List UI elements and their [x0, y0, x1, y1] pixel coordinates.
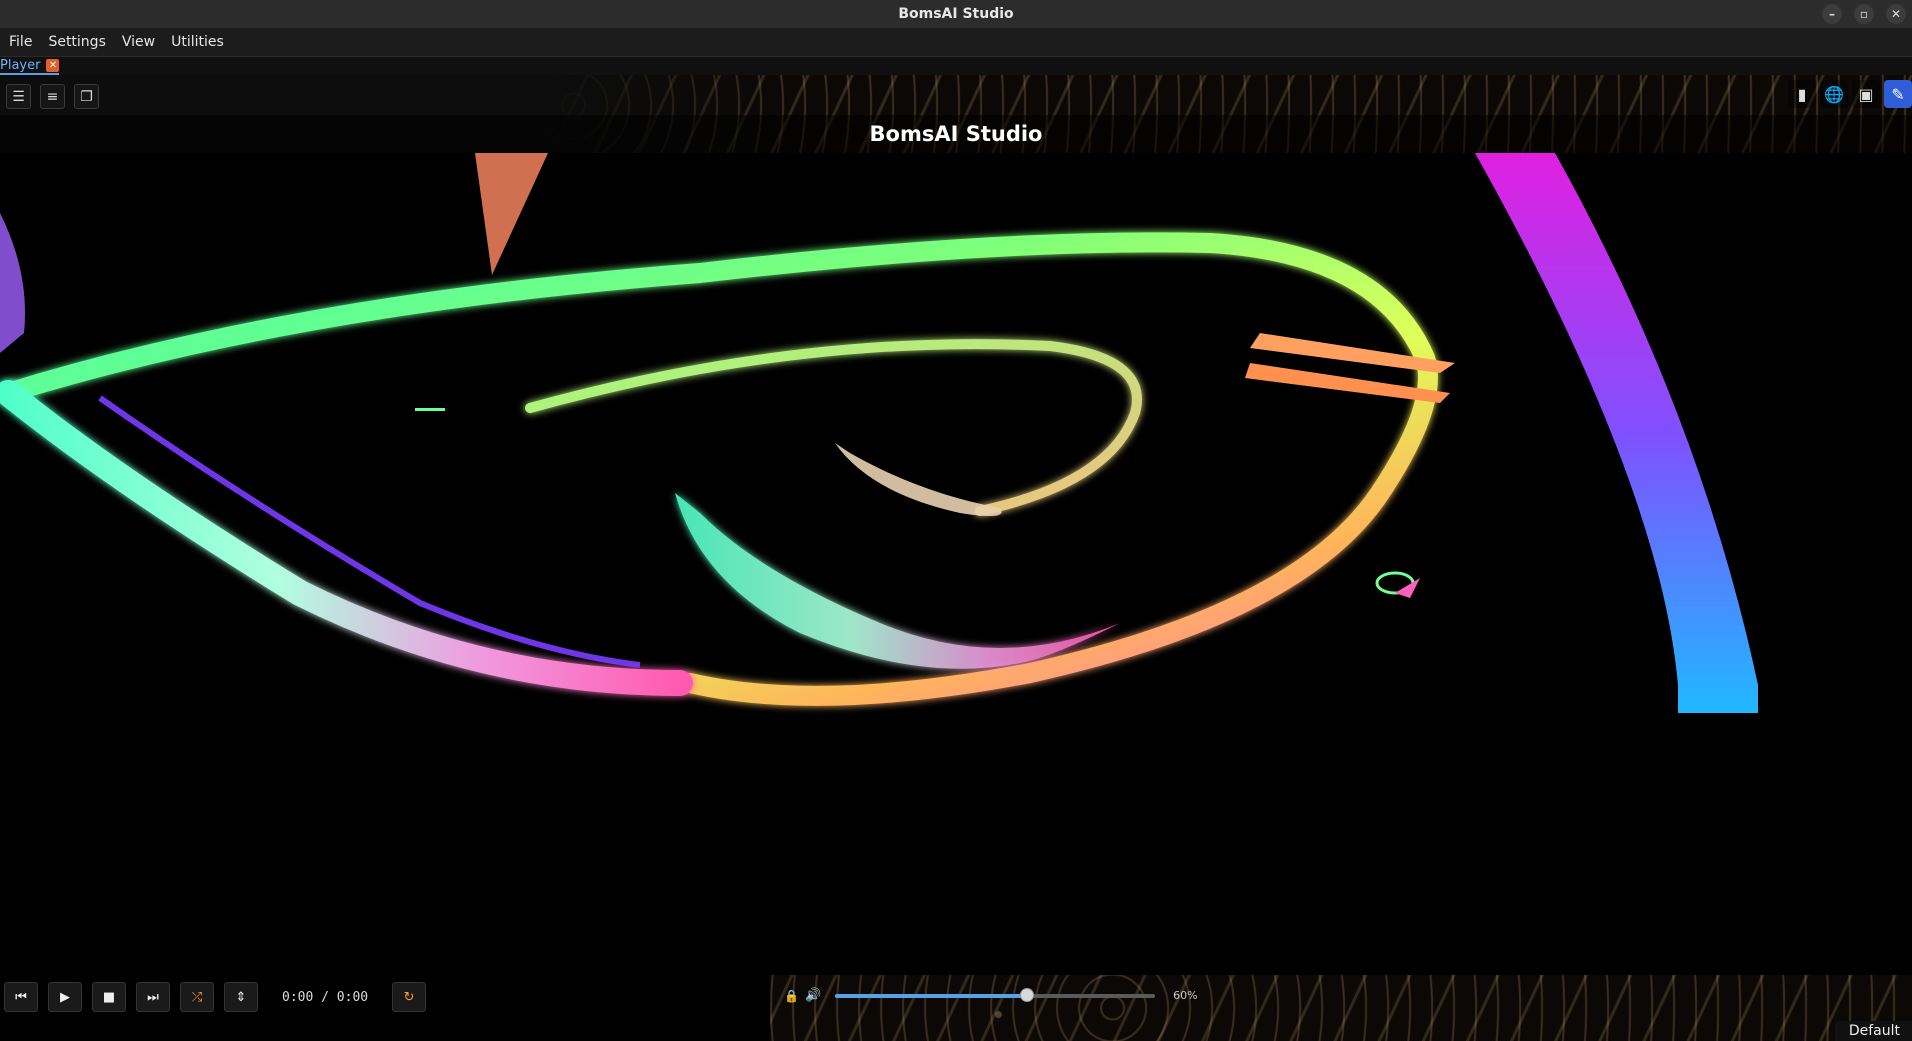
maximize-icon[interactable]: ▫: [1854, 4, 1874, 24]
sort-button[interactable]: ⇕: [224, 982, 258, 1012]
globe-icon[interactable]: 🌐: [1820, 80, 1848, 108]
video-artwork: [0, 153, 1758, 713]
repeat-button[interactable]: ↻: [392, 982, 427, 1012]
tab-row: Player ✕: [0, 57, 1912, 75]
brush-icon[interactable]: ✎: [1884, 80, 1912, 108]
volume-knob[interactable]: [1020, 987, 1035, 1002]
menu-view[interactable]: View: [117, 34, 160, 50]
brand-banner: BomsAI Studio: [0, 115, 1912, 153]
orange-shard: [475, 153, 548, 275]
eye-inner-stroke: [525, 339, 1142, 516]
speaker-icon[interactable]: 🔊: [805, 988, 821, 1003]
window-toggle-button[interactable]: ❐: [74, 84, 99, 109]
menu-file[interactable]: File: [4, 34, 37, 50]
volume-control: 🔒 🔊 60%: [784, 987, 1198, 1003]
minimize-icon[interactable]: –: [1822, 4, 1842, 24]
volume-slider[interactable]: [835, 987, 1156, 1002]
menubar: File Settings View Utilities: [0, 28, 1912, 57]
menu-settings[interactable]: Settings: [43, 34, 110, 50]
tab-player[interactable]: Player ✕: [0, 57, 60, 75]
volume-fill: [835, 993, 1028, 998]
sidebar-icon[interactable]: ▮: [1788, 80, 1816, 108]
shuffle-button[interactable]: ⤮: [180, 982, 214, 1012]
image-icon[interactable]: ▣: [1852, 80, 1880, 108]
eye-outer-stroke: [0, 232, 1438, 706]
window-title: BomsAI Studio: [898, 6, 1014, 22]
menu-list-button[interactable]: ☰: [6, 84, 31, 109]
right-arc-shape: [1475, 153, 1758, 713]
profile-label[interactable]: Default: [1834, 1021, 1912, 1041]
menu-utilities[interactable]: Utilities: [166, 34, 229, 50]
tab-close-icon[interactable]: ✕: [46, 58, 60, 72]
stop-button[interactable]: ■: [92, 982, 126, 1012]
transport-controls: ⏮ ▶ ■ ⏭ ⤮ ⇕ 0:00 / 0:00 ↻: [4, 982, 427, 1012]
play-button[interactable]: ▶: [48, 982, 82, 1012]
toolbar-right: ▮ 🌐 ▣ ✎: [1788, 80, 1912, 108]
footer-artwork: [770, 975, 1912, 1041]
time-display: 0:00 / 0:00: [282, 989, 369, 1005]
left-purple-shape: [0, 213, 25, 353]
volume-percent: 60%: [1173, 989, 1198, 1002]
eye-fan-shape: [675, 493, 1120, 669]
playlist-button[interactable]: ≡: [40, 84, 65, 109]
lock-icon[interactable]: 🔒: [784, 989, 799, 1003]
video-frame[interactable]: [0, 153, 1912, 835]
brand-title: BomsAI Studio: [869, 122, 1043, 146]
tab-player-label: Player: [0, 57, 41, 73]
close-icon[interactable]: ✕: [1886, 4, 1906, 24]
window-titlebar: BomsAI Studio – ▫ ✕: [0, 0, 1912, 28]
eye-lower-stroke: [0, 380, 693, 696]
next-button[interactable]: ⏭: [136, 982, 170, 1012]
previous-button[interactable]: ⏮: [4, 982, 38, 1012]
toolbar-left: ☰ ≡ ❐: [6, 84, 99, 109]
